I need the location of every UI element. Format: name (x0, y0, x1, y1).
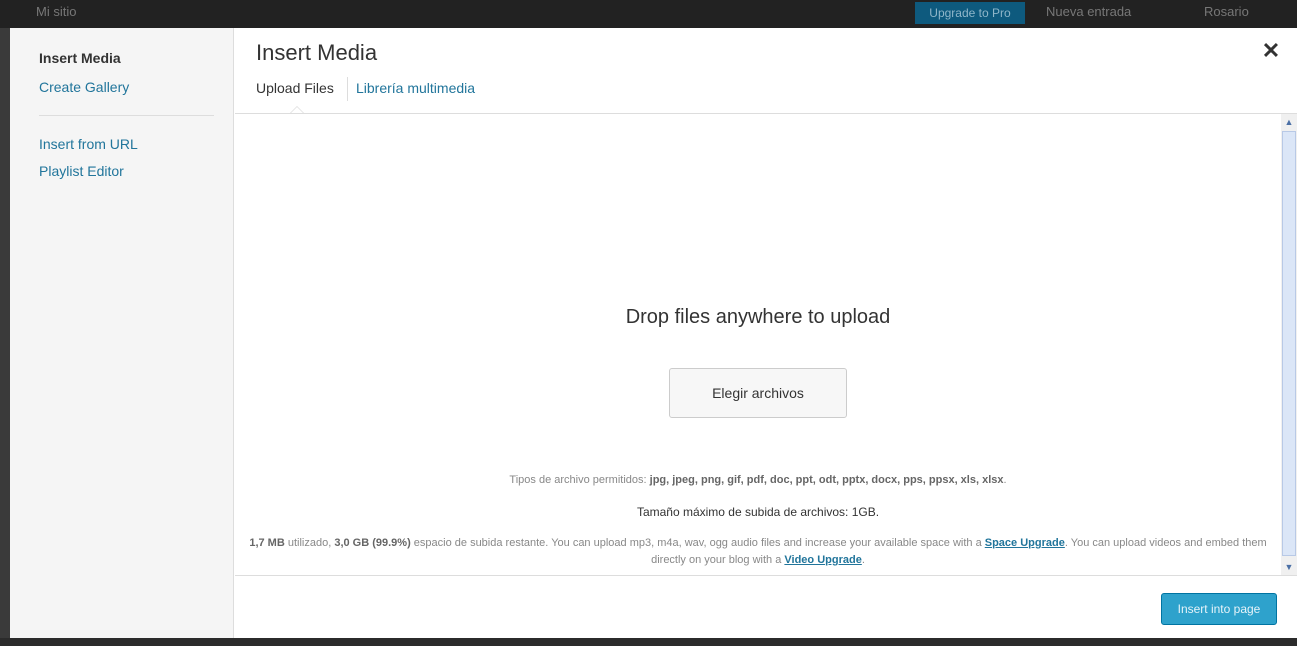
upload-quota-info: 1,7 MB utilizado, 3,0 GB (99.9%) espacio… (241, 535, 1275, 569)
scroll-up-icon[interactable]: ▲ (1281, 114, 1297, 130)
close-icon[interactable]: ✕ (1258, 38, 1284, 64)
menu-item-playlist-editor[interactable]: Playlist Editor (39, 163, 124, 179)
new-entry-link[interactable]: Nueva entrada (1046, 4, 1131, 19)
drop-instructions: Drop files anywhere to upload (625, 306, 891, 328)
menu-item-insert-from-url[interactable]: Insert from URL (39, 136, 138, 152)
quota-remaining: 3,0 GB (99.9%) (334, 537, 411, 549)
site-name-link[interactable]: Mi sitio (36, 4, 76, 19)
media-menu: Insert Media Create Gallery Insert from … (10, 28, 234, 638)
max-upload-size: Tamaño máximo de subida de archivos: 1GB… (636, 505, 880, 519)
quota-text-3: . (861, 554, 865, 566)
tab-media-library[interactable]: Librería multimedia (356, 80, 475, 96)
menu-separator (39, 115, 214, 116)
tab-upload-files[interactable]: Upload Files (256, 80, 334, 96)
allowed-prefix: Tipos de archivo permitidos: (509, 474, 650, 486)
quota-used-text: utilizado, (284, 537, 335, 549)
allowed-file-types: Tipos de archivo permitidos: jpg, jpeg, … (235, 474, 1281, 486)
quota-used: 1,7 MB (249, 537, 285, 549)
space-upgrade-link[interactable]: Space Upgrade (985, 537, 1065, 549)
menu-item-create-gallery[interactable]: Create Gallery (39, 79, 129, 95)
upgrade-button[interactable]: Upgrade to Pro (915, 2, 1025, 24)
allowed-types-list: jpg, jpeg, png, gif, pdf, doc, ppt, odt,… (649, 474, 1004, 486)
allowed-suffix: . (1003, 474, 1007, 486)
backdrop-bottom (0, 638, 1297, 646)
upload-area[interactable]: Drop files anywhere to upload Elegir arc… (235, 113, 1297, 576)
modal-title: Insert Media (256, 40, 378, 65)
menu-item-insert-media[interactable]: Insert Media (39, 50, 121, 66)
scroll-thumb[interactable] (1282, 131, 1296, 556)
user-menu[interactable]: Rosario (1204, 4, 1249, 19)
video-upgrade-link[interactable]: Video Upgrade (784, 554, 861, 566)
choose-files-button[interactable]: Elegir archivos (669, 368, 847, 418)
insert-into-page-button[interactable]: Insert into page (1161, 593, 1277, 625)
backdrop-left (0, 28, 10, 638)
tab-divider (347, 77, 348, 101)
scroll-down-icon[interactable]: ▼ (1281, 559, 1297, 575)
media-modal: Insert Media Create Gallery Insert from … (10, 28, 1297, 638)
admin-bar: Mi sitio Upgrade to Pro Nueva entrada Ro… (0, 0, 1297, 28)
vertical-scrollbar[interactable]: ▲ ▼ (1281, 114, 1297, 575)
quota-text-1: espacio de subida restante. You can uplo… (410, 537, 985, 549)
